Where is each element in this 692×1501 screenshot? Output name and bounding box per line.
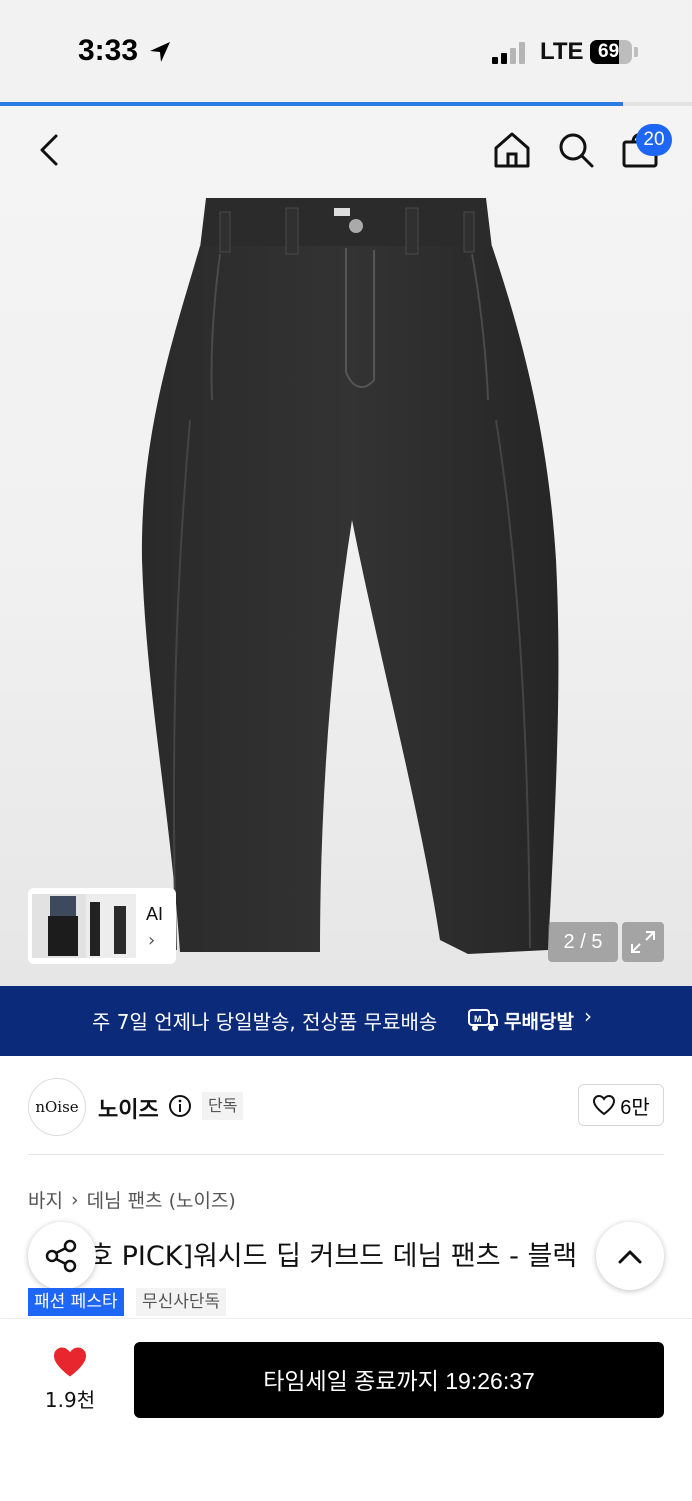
banner-brand-label: 무배당발 xyxy=(504,1010,574,1033)
signal-icon xyxy=(492,42,528,64)
cart-count-badge: 20 xyxy=(636,124,672,156)
exclusive-tag: 단독 xyxy=(202,1092,244,1120)
brand-name[interactable]: 노이즈 xyxy=(98,1092,159,1124)
chevron-up-icon xyxy=(618,1250,642,1264)
breadcrumb-category[interactable]: 바지 xyxy=(28,1186,63,1213)
scroll-top-button[interactable] xyxy=(596,1222,664,1290)
buy-button[interactable]: 타임세일 종료까지 19:26:37 xyxy=(134,1342,664,1418)
info-icon[interactable] xyxy=(168,1094,192,1118)
home-icon[interactable] xyxy=(488,126,536,174)
battery-tip xyxy=(634,47,638,57)
breadcrumb-subcategory[interactable]: 데님 팬츠 (노이즈) xyxy=(87,1186,236,1213)
heart-outline-icon xyxy=(593,1094,616,1116)
search-icon[interactable] xyxy=(552,126,600,174)
heart-count: 1.9천 xyxy=(44,1388,96,1412)
expand-icon[interactable] xyxy=(622,922,664,962)
model-thumbnail-image xyxy=(32,894,136,958)
product-image-jeans xyxy=(141,198,559,954)
ai-label: AI xyxy=(146,904,164,924)
musinsa-exclusive-tag: 무신사단독 xyxy=(136,1288,227,1316)
banner-text: 주 7일 언제나 당일발송, 전상품 무료배송 xyxy=(92,1010,438,1034)
fashion-festa-tag: 패션 페스타 xyxy=(28,1288,124,1316)
svg-text:M: M xyxy=(474,1014,482,1024)
chevron-right-icon: › xyxy=(148,930,156,951)
image-counter: 2 / 5 xyxy=(548,922,618,962)
ai-styling-thumbnail[interactable] xyxy=(28,888,176,964)
product-title: [유아호 PICK]워시드 딥 커브드 데님 팬츠 - 블랙 xyxy=(28,1241,578,1272)
delivery-truck-icon: M xyxy=(468,1009,498,1031)
brand-like-button[interactable]: 6만 xyxy=(578,1084,664,1126)
brand-logo[interactable]: nOise xyxy=(28,1078,86,1136)
share-icon xyxy=(45,1239,77,1273)
status-bar: 3:33 LTE 69 xyxy=(0,0,692,104)
chevron-right-icon: › xyxy=(70,1188,79,1211)
divider xyxy=(28,1154,664,1155)
banner-brand: M 무배당발 xyxy=(468,1002,574,1038)
brand-like-count: 6만 xyxy=(620,1096,650,1119)
back-button[interactable] xyxy=(26,126,74,174)
battery-level: 69 xyxy=(598,41,620,62)
shipping-banner[interactable]: 주 7일 언제나 당일발송, 전상품 무료배송 M 무배당발 › xyxy=(0,986,692,1056)
location-arrow-icon xyxy=(150,42,170,62)
battery-icon: 69 xyxy=(590,40,632,64)
product-image-gallery[interactable] xyxy=(0,106,692,986)
heart-filled-icon[interactable] xyxy=(52,1346,88,1378)
status-time: 3:33 xyxy=(78,34,139,67)
share-button[interactable] xyxy=(28,1222,96,1290)
chevron-right-icon: › xyxy=(584,1004,592,1028)
network-type: LTE xyxy=(540,38,584,65)
breadcrumb: 바지 › 데님 팬츠 (노이즈) xyxy=(28,1186,236,1213)
